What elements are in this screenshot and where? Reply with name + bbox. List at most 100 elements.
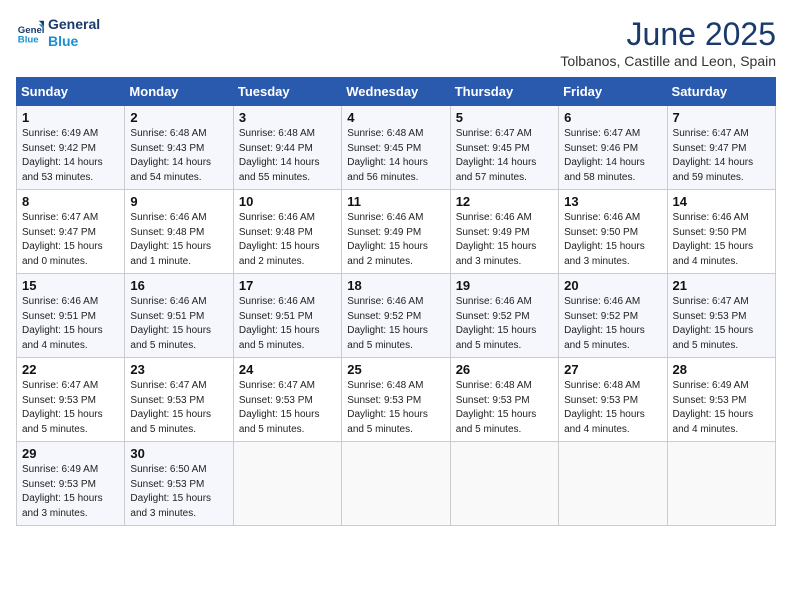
day-number: 2 bbox=[130, 110, 227, 125]
calendar-cell: 24 Sunrise: 6:47 AM Sunset: 9:53 PM Dayli… bbox=[233, 358, 341, 442]
day-number: 7 bbox=[673, 110, 770, 125]
day-info: Sunrise: 6:46 AM Sunset: 9:49 PM Dayligh… bbox=[347, 211, 444, 269]
svg-text:Blue: Blue bbox=[18, 34, 39, 45]
calendar-cell: 30 Sunrise: 6:50 AM Sunset: 9:53 PM Dayli… bbox=[125, 442, 233, 526]
calendar-cell bbox=[342, 442, 450, 526]
day-info: Sunrise: 6:48 AM Sunset: 9:44 PM Dayligh… bbox=[239, 127, 336, 185]
calendar-cell: 4Sunrise: 6:48 AM Sunset: 9:45 PM Daylig… bbox=[342, 106, 450, 190]
calendar-cell: 22 Sunrise: 6:47 AM Sunset: 9:53 PM Dayli… bbox=[17, 358, 125, 442]
day-number: 23 bbox=[130, 362, 227, 377]
day-number: 29 bbox=[22, 446, 119, 461]
calendar-cell: 7Sunrise: 6:47 AM Sunset: 9:47 PM Daylig… bbox=[667, 106, 775, 190]
page-header: General Blue General Blue June 2025 Tolb… bbox=[16, 16, 776, 69]
calendar-cell: 5 Sunrise: 6:47 AM Sunset: 9:45 PM Daylig… bbox=[450, 106, 558, 190]
calendar-cell: 20 Sunrise: 6:46 AM Sunset: 9:52 PM Dayli… bbox=[559, 274, 667, 358]
calendar-week-row: 8Sunrise: 6:47 AM Sunset: 9:47 PM Daylig… bbox=[17, 190, 776, 274]
day-number: 24 bbox=[239, 362, 336, 377]
day-number: 26 bbox=[456, 362, 553, 377]
calendar-week-row: 1Sunrise: 6:49 AM Sunset: 9:42 PM Daylig… bbox=[17, 106, 776, 190]
day-info: Sunrise: 6:46 AM Sunset: 9:49 PM Dayligh… bbox=[456, 211, 553, 269]
day-number: 13 bbox=[564, 194, 661, 209]
day-info: Sunrise: 6:47 AM Sunset: 9:46 PM Dayligh… bbox=[564, 127, 661, 185]
day-number: 12 bbox=[456, 194, 553, 209]
day-info: Sunrise: 6:48 AM Sunset: 9:53 PM Dayligh… bbox=[456, 379, 553, 437]
calendar-header-row: SundayMondayTuesdayWednesdayThursdayFrid… bbox=[17, 78, 776, 106]
day-info: Sunrise: 6:46 AM Sunset: 9:50 PM Dayligh… bbox=[673, 211, 770, 269]
calendar-cell: 18Sunrise: 6:46 AM Sunset: 9:52 PM Dayli… bbox=[342, 274, 450, 358]
calendar-cell: 15 Sunrise: 6:46 AM Sunset: 9:51 PM Dayli… bbox=[17, 274, 125, 358]
calendar-cell bbox=[559, 442, 667, 526]
logo-icon: General Blue bbox=[16, 19, 44, 47]
location-subtitle: Tolbanos, Castille and Leon, Spain bbox=[560, 53, 776, 69]
calendar-cell: 19 Sunrise: 6:46 AM Sunset: 9:52 PM Dayli… bbox=[450, 274, 558, 358]
calendar-cell: 9 Sunrise: 6:46 AM Sunset: 9:48 PM Daylig… bbox=[125, 190, 233, 274]
header-monday: Monday bbox=[125, 78, 233, 106]
logo-line2: Blue bbox=[48, 33, 100, 50]
calendar-table: SundayMondayTuesdayWednesdayThursdayFrid… bbox=[16, 77, 776, 526]
day-info: Sunrise: 6:46 AM Sunset: 9:51 PM Dayligh… bbox=[22, 295, 119, 353]
day-info: Sunrise: 6:46 AM Sunset: 9:52 PM Dayligh… bbox=[564, 295, 661, 353]
calendar-cell: 10Sunrise: 6:46 AM Sunset: 9:48 PM Dayli… bbox=[233, 190, 341, 274]
calendar-cell: 26 Sunrise: 6:48 AM Sunset: 9:53 PM Dayli… bbox=[450, 358, 558, 442]
day-number: 19 bbox=[456, 278, 553, 293]
calendar-cell: 23 Sunrise: 6:47 AM Sunset: 9:53 PM Dayli… bbox=[125, 358, 233, 442]
day-number: 5 bbox=[456, 110, 553, 125]
day-info: Sunrise: 6:49 AM Sunset: 9:53 PM Dayligh… bbox=[673, 379, 770, 437]
day-number: 25 bbox=[347, 362, 444, 377]
calendar-cell: 16Sunrise: 6:46 AM Sunset: 9:51 PM Dayli… bbox=[125, 274, 233, 358]
day-info: Sunrise: 6:46 AM Sunset: 9:50 PM Dayligh… bbox=[564, 211, 661, 269]
day-number: 22 bbox=[22, 362, 119, 377]
day-info: Sunrise: 6:46 AM Sunset: 9:48 PM Dayligh… bbox=[130, 211, 227, 269]
day-info: Sunrise: 6:46 AM Sunset: 9:52 PM Dayligh… bbox=[456, 295, 553, 353]
header-saturday: Saturday bbox=[667, 78, 775, 106]
calendar-week-row: 15 Sunrise: 6:46 AM Sunset: 9:51 PM Dayli… bbox=[17, 274, 776, 358]
day-info: Sunrise: 6:48 AM Sunset: 9:45 PM Dayligh… bbox=[347, 127, 444, 185]
calendar-cell: 17 Sunrise: 6:46 AM Sunset: 9:51 PM Dayli… bbox=[233, 274, 341, 358]
header-tuesday: Tuesday bbox=[233, 78, 341, 106]
day-info: Sunrise: 6:49 AM Sunset: 9:53 PM Dayligh… bbox=[22, 463, 119, 521]
day-number: 20 bbox=[564, 278, 661, 293]
day-number: 8 bbox=[22, 194, 119, 209]
day-number: 30 bbox=[130, 446, 227, 461]
day-number: 17 bbox=[239, 278, 336, 293]
calendar-cell bbox=[667, 442, 775, 526]
calendar-cell bbox=[233, 442, 341, 526]
day-number: 21 bbox=[673, 278, 770, 293]
calendar-cell: 3 Sunrise: 6:48 AM Sunset: 9:44 PM Daylig… bbox=[233, 106, 341, 190]
day-info: Sunrise: 6:47 AM Sunset: 9:45 PM Dayligh… bbox=[456, 127, 553, 185]
calendar-cell: 6 Sunrise: 6:47 AM Sunset: 9:46 PM Daylig… bbox=[559, 106, 667, 190]
day-number: 15 bbox=[22, 278, 119, 293]
calendar-week-row: 29 Sunrise: 6:49 AM Sunset: 9:53 PM Dayli… bbox=[17, 442, 776, 526]
day-info: Sunrise: 6:48 AM Sunset: 9:53 PM Dayligh… bbox=[564, 379, 661, 437]
calendar-cell: 12 Sunrise: 6:46 AM Sunset: 9:49 PM Dayli… bbox=[450, 190, 558, 274]
calendar-cell: 21 Sunrise: 6:47 AM Sunset: 9:53 PM Dayli… bbox=[667, 274, 775, 358]
calendar-cell bbox=[450, 442, 558, 526]
calendar-cell: 28Sunrise: 6:49 AM Sunset: 9:53 PM Dayli… bbox=[667, 358, 775, 442]
day-info: Sunrise: 6:46 AM Sunset: 9:51 PM Dayligh… bbox=[130, 295, 227, 353]
day-number: 3 bbox=[239, 110, 336, 125]
calendar-cell: 8Sunrise: 6:47 AM Sunset: 9:47 PM Daylig… bbox=[17, 190, 125, 274]
calendar-cell: 14 Sunrise: 6:46 AM Sunset: 9:50 PM Dayli… bbox=[667, 190, 775, 274]
day-number: 27 bbox=[564, 362, 661, 377]
day-info: Sunrise: 6:46 AM Sunset: 9:52 PM Dayligh… bbox=[347, 295, 444, 353]
day-number: 6 bbox=[564, 110, 661, 125]
day-info: Sunrise: 6:47 AM Sunset: 9:53 PM Dayligh… bbox=[22, 379, 119, 437]
day-info: Sunrise: 6:47 AM Sunset: 9:53 PM Dayligh… bbox=[130, 379, 227, 437]
day-number: 14 bbox=[673, 194, 770, 209]
calendar-cell: 1Sunrise: 6:49 AM Sunset: 9:42 PM Daylig… bbox=[17, 106, 125, 190]
day-info: Sunrise: 6:47 AM Sunset: 9:53 PM Dayligh… bbox=[239, 379, 336, 437]
calendar-week-row: 22 Sunrise: 6:47 AM Sunset: 9:53 PM Dayli… bbox=[17, 358, 776, 442]
header-sunday: Sunday bbox=[17, 78, 125, 106]
calendar-cell: 25 Sunrise: 6:48 AM Sunset: 9:53 PM Dayli… bbox=[342, 358, 450, 442]
calendar-cell: 29 Sunrise: 6:49 AM Sunset: 9:53 PM Dayli… bbox=[17, 442, 125, 526]
month-title: June 2025 bbox=[560, 16, 776, 53]
day-number: 9 bbox=[130, 194, 227, 209]
logo-line1: General bbox=[48, 16, 100, 33]
day-info: Sunrise: 6:46 AM Sunset: 9:51 PM Dayligh… bbox=[239, 295, 336, 353]
day-info: Sunrise: 6:47 AM Sunset: 9:53 PM Dayligh… bbox=[673, 295, 770, 353]
day-info: Sunrise: 6:50 AM Sunset: 9:53 PM Dayligh… bbox=[130, 463, 227, 521]
logo: General Blue General Blue bbox=[16, 16, 100, 50]
day-info: Sunrise: 6:48 AM Sunset: 9:53 PM Dayligh… bbox=[347, 379, 444, 437]
calendar-cell: 27 Sunrise: 6:48 AM Sunset: 9:53 PM Dayli… bbox=[559, 358, 667, 442]
day-number: 11 bbox=[347, 194, 444, 209]
